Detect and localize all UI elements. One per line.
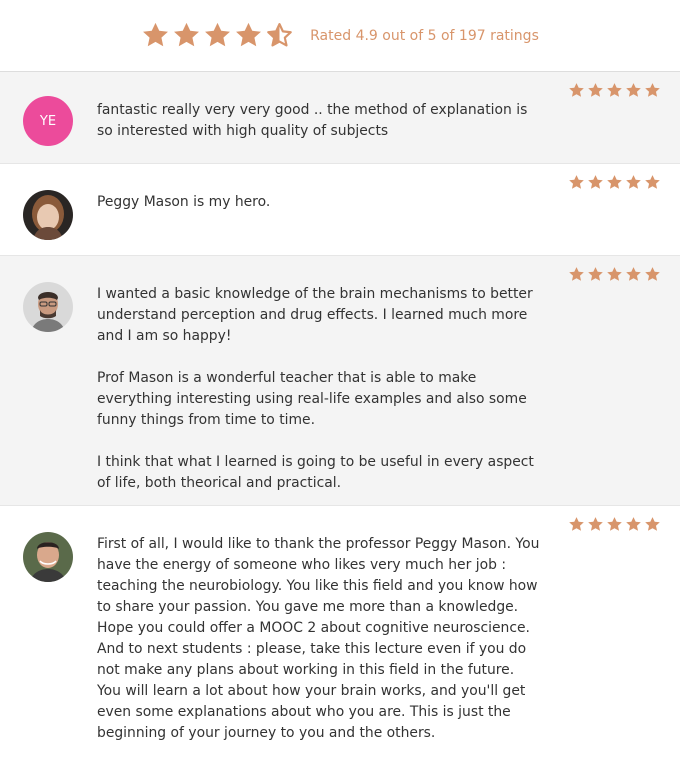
- review-stars: [568, 82, 661, 99]
- star-full-icon: [606, 266, 623, 283]
- review-text: Peggy Mason is my hero.: [97, 194, 271, 210]
- star-full-icon: [606, 82, 623, 99]
- star-full-icon: [141, 21, 170, 50]
- star-full-icon: [644, 266, 661, 283]
- star-full-icon: [587, 82, 604, 99]
- star-full-icon: [568, 266, 585, 283]
- star-full-icon: [587, 266, 604, 283]
- review-stars: [568, 266, 661, 283]
- rating-summary: Rated 4.9 out of 5 of 197 ratings: [0, 0, 680, 72]
- star-full-icon: [568, 516, 585, 533]
- star-full-icon: [644, 516, 661, 533]
- review-item: YE fantastic really very very good .. th…: [0, 72, 680, 164]
- star-full-icon: [644, 174, 661, 191]
- star-full-icon: [606, 516, 623, 533]
- review-text: I think that what I learned is going to …: [97, 454, 534, 491]
- review-text: I wanted a basic knowledge of the brain …: [97, 286, 533, 344]
- star-full-icon: [203, 21, 232, 50]
- star-full-icon: [625, 266, 642, 283]
- star-full-icon: [587, 516, 604, 533]
- avatar: [23, 282, 73, 332]
- avatar-initials: YE: [39, 113, 57, 129]
- rating-text: Rated 4.9 out of 5 of 197 ratings: [310, 27, 539, 44]
- star-full-icon: [625, 174, 642, 191]
- star-full-icon: [568, 82, 585, 99]
- star-full-icon: [587, 174, 604, 191]
- review-text: Prof Mason is a wonderful teacher that i…: [97, 370, 527, 428]
- star-full-icon: [644, 82, 661, 99]
- star-full-icon: [172, 21, 201, 50]
- review-item: First of all, I would like to thank the …: [0, 506, 680, 768]
- star-full-icon: [568, 174, 585, 191]
- review-stars: [568, 516, 661, 533]
- summary-stars: [141, 21, 294, 50]
- review-stars: [568, 174, 661, 191]
- star-half-icon: [265, 21, 294, 50]
- avatar: [23, 190, 73, 240]
- review-item: Peggy Mason is my hero.: [0, 164, 680, 256]
- avatar: [23, 532, 73, 582]
- star-full-icon: [625, 516, 642, 533]
- star-full-icon: [234, 21, 263, 50]
- review-text: fantastic really very very good .. the m…: [97, 102, 528, 139]
- avatar: YE: [23, 96, 73, 146]
- review-text: First of all, I would like to thank the …: [97, 536, 540, 741]
- star-full-icon: [625, 82, 642, 99]
- star-full-icon: [606, 174, 623, 191]
- review-item: I wanted a basic knowledge of the brain …: [0, 256, 680, 506]
